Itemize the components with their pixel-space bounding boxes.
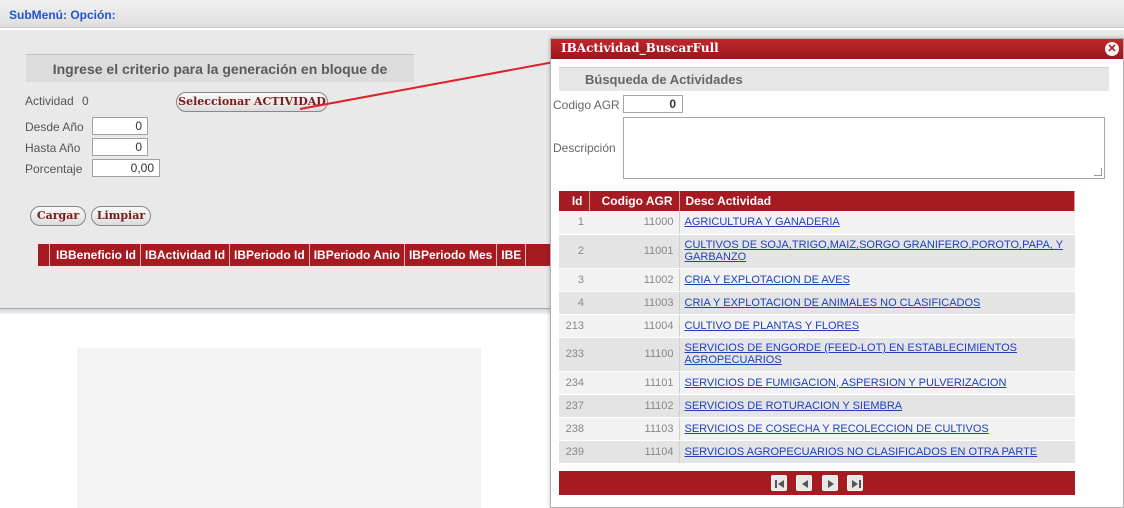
row-id: 239 bbox=[559, 440, 589, 464]
row-desc: SERVICIOS DE ROTURACION Y SIEMBRA bbox=[679, 394, 1075, 418]
resize-grip-icon[interactable] bbox=[1094, 168, 1102, 176]
row-desc: SERVICIOS DE COSECHA Y RECOLECCION DE CU… bbox=[679, 417, 1075, 441]
row-desc: AGRICULTURA Y GANADERIA bbox=[679, 211, 1075, 235]
col-header-codigo-agr[interactable]: Codigo AGR bbox=[589, 191, 680, 211]
last-page-icon[interactable] bbox=[847, 475, 864, 491]
codigo-agr-input[interactable]: 0 bbox=[623, 95, 683, 113]
row-code: 11104 bbox=[589, 440, 680, 464]
row-code: 11100 bbox=[589, 337, 680, 372]
next-page-icon[interactable] bbox=[821, 475, 838, 491]
row-id: 233 bbox=[559, 337, 589, 372]
row-desc: CULTIVO DE PLANTAS Y FLORES bbox=[679, 314, 1075, 338]
close-icon[interactable]: ✕ bbox=[1105, 42, 1119, 56]
table-row[interactable]: 233 11100 SERVICIOS DE ENGORDE (FEED-LOT… bbox=[559, 337, 1075, 372]
row-code: 11004 bbox=[589, 314, 680, 338]
descripcion-label: Descripción bbox=[553, 141, 616, 155]
table-row[interactable]: 239 11104 SERVICIOS AGROPECUARIOS NO CLA… bbox=[559, 440, 1075, 464]
row-desc-link[interactable]: CRIA Y EXPLOTACION DE ANIMALES NO CLASIF… bbox=[685, 297, 981, 309]
table-row[interactable]: 213 11004 CULTIVO DE PLANTAS Y FLORES bbox=[559, 314, 1075, 338]
row-desc-link[interactable]: SERVICIOS AGROPECUARIOS NO CLASIFICADOS … bbox=[685, 446, 1038, 458]
table-row[interactable]: 2 11001 CULTIVOS DE SOJA,TRIGO,MAIZ,SORG… bbox=[559, 234, 1075, 269]
row-desc-link[interactable]: CULTIVOS DE SOJA,TRIGO,MAIZ,SORGO GRANIF… bbox=[685, 239, 1064, 263]
row-desc-link[interactable]: SERVICIOS DE ENGORDE (FEED-LOT) EN ESTAB… bbox=[685, 342, 1018, 366]
row-id: 234 bbox=[559, 371, 589, 395]
row-desc: SERVICIOS DE FUMIGACION, ASPERSION Y PUL… bbox=[679, 371, 1075, 395]
codigo-agr-label: Codigo AGR bbox=[553, 98, 620, 112]
table-row[interactable]: 1 11000 AGRICULTURA Y GANADERIA bbox=[559, 211, 1075, 235]
row-desc-link[interactable]: SERVICIOS DE FUMIGACION, ASPERSION Y PUL… bbox=[685, 377, 1007, 389]
row-code: 11001 bbox=[589, 234, 680, 269]
row-code: 11000 bbox=[589, 211, 680, 235]
table-header-row: Id Codigo AGR Desc Actividad bbox=[559, 191, 1075, 211]
row-desc: SERVICIOS DE ENGORDE (FEED-LOT) EN ESTAB… bbox=[679, 337, 1075, 372]
buscar-actividad-dialog: IBActividad_BuscarFull ✕ Búsqueda de Act… bbox=[550, 38, 1124, 508]
row-desc: CRIA Y EXPLOTACION DE AVES bbox=[679, 268, 1075, 292]
dialog-title-bar[interactable]: IBActividad_BuscarFull ✕ bbox=[551, 39, 1123, 59]
row-desc: SERVICIOS AGROPECUARIOS NO CLASIFICADOS … bbox=[679, 440, 1075, 464]
row-code: 11102 bbox=[589, 394, 680, 418]
row-code: 11101 bbox=[589, 371, 680, 395]
table-row[interactable]: 3 11002 CRIA Y EXPLOTACION DE AVES bbox=[559, 268, 1075, 292]
row-desc-link[interactable]: CRIA Y EXPLOTACION DE AVES bbox=[685, 274, 850, 286]
row-desc-link[interactable]: SERVICIOS DE ROTURACION Y SIEMBRA bbox=[685, 400, 903, 412]
row-desc: CULTIVOS DE SOJA,TRIGO,MAIZ,SORGO GRANIF… bbox=[679, 234, 1075, 269]
actividades-table: Id Codigo AGR Desc Actividad 1 11000 AGR… bbox=[559, 191, 1075, 464]
row-desc: CRIA Y EXPLOTACION DE ANIMALES NO CLASIF… bbox=[679, 291, 1075, 315]
row-desc-link[interactable]: SERVICIOS DE COSECHA Y RECOLECCION DE CU… bbox=[685, 423, 989, 435]
page: SubMenú: Opción: Ingrese el criterio par… bbox=[0, 0, 1124, 508]
row-code: 11103 bbox=[589, 417, 680, 441]
row-id: 1 bbox=[559, 211, 589, 235]
col-header-id[interactable]: Id bbox=[559, 191, 590, 211]
row-id: 2 bbox=[559, 234, 589, 269]
row-id: 3 bbox=[559, 268, 589, 292]
descripcion-textarea[interactable] bbox=[623, 117, 1105, 179]
row-id: 213 bbox=[559, 314, 589, 338]
col-header-desc-actividad[interactable]: Desc Actividad bbox=[679, 191, 1075, 211]
pagination-bar bbox=[559, 471, 1075, 495]
row-id: 238 bbox=[559, 417, 589, 441]
row-desc-link[interactable]: CULTIVO DE PLANTAS Y FLORES bbox=[685, 320, 860, 332]
row-id: 4 bbox=[559, 291, 589, 315]
table-row[interactable]: 234 11101 SERVICIOS DE FUMIGACION, ASPER… bbox=[559, 371, 1075, 395]
table-row[interactable]: 238 11103 SERVICIOS DE COSECHA Y RECOLEC… bbox=[559, 417, 1075, 441]
table-row[interactable]: 4 11003 CRIA Y EXPLOTACION DE ANIMALES N… bbox=[559, 291, 1075, 315]
row-code: 11002 bbox=[589, 268, 680, 292]
row-desc-link[interactable]: AGRICULTURA Y GANADERIA bbox=[685, 216, 840, 228]
row-code: 11003 bbox=[589, 291, 680, 315]
previous-page-icon[interactable] bbox=[796, 475, 813, 491]
first-page-icon[interactable] bbox=[770, 475, 787, 491]
table-row[interactable]: 237 11102 SERVICIOS DE ROTURACION Y SIEM… bbox=[559, 394, 1075, 418]
row-id: 237 bbox=[559, 394, 589, 418]
dialog-title: IBActividad_BuscarFull bbox=[561, 41, 719, 55]
dialog-subtitle: Búsqueda de Actividades bbox=[559, 67, 1109, 91]
